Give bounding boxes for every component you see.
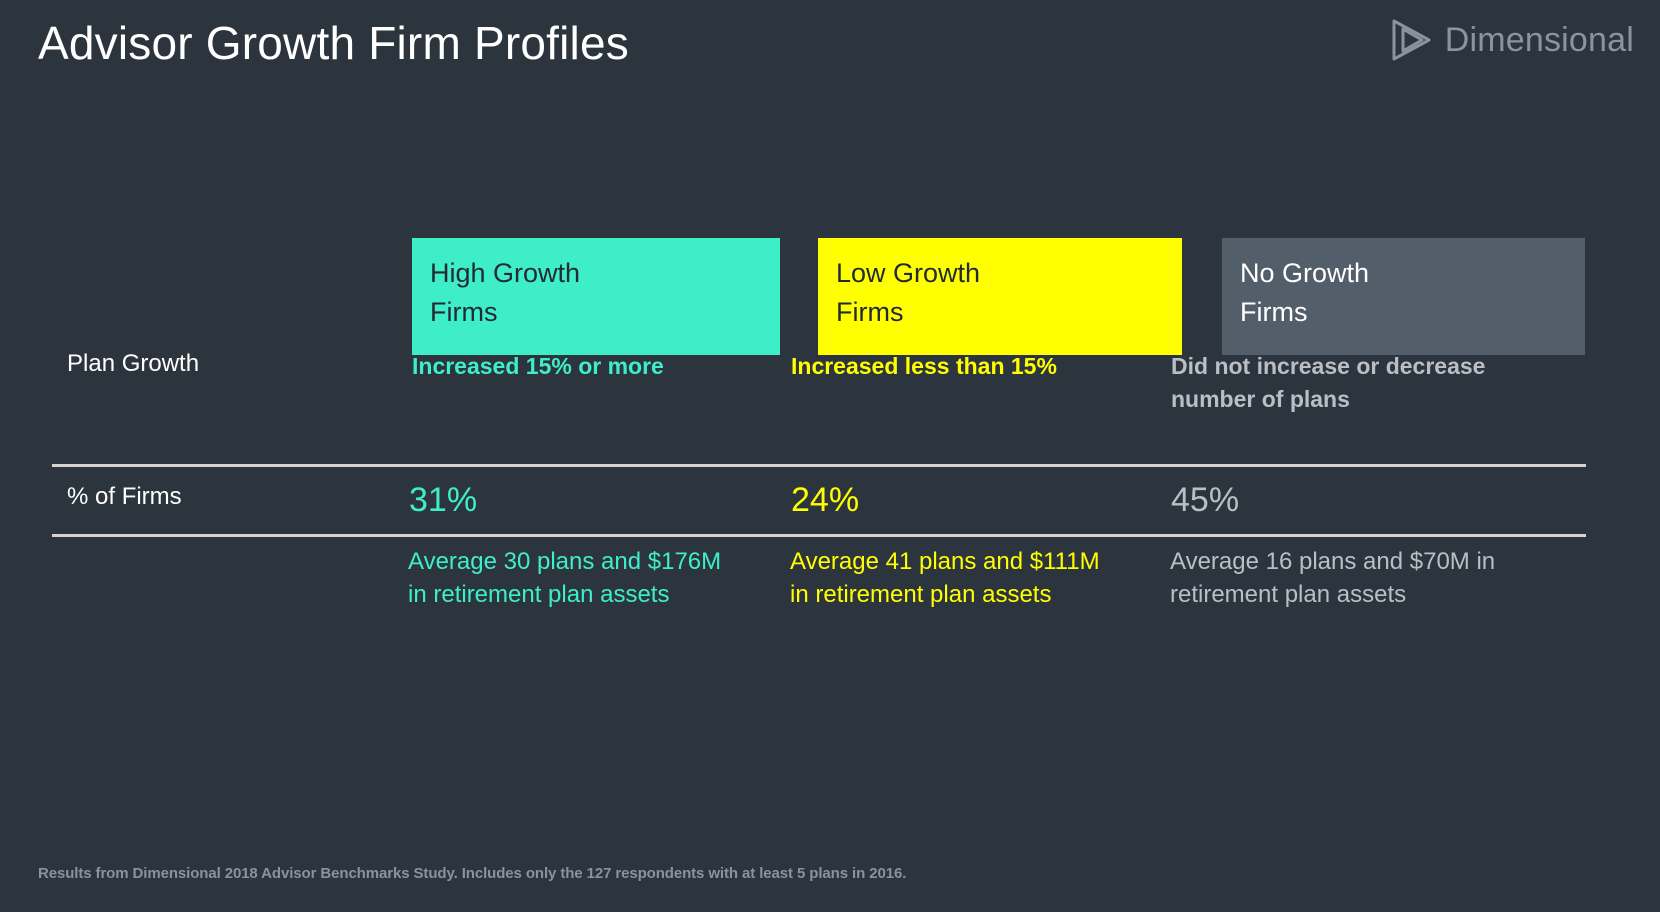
- divider-top: [52, 464, 1586, 467]
- row-label-plan-growth: Plan Growth: [67, 350, 200, 377]
- cell-detail-high: Average 30 plans and $176M in retirement…: [408, 548, 722, 608]
- cell-pct-high: 31%: [409, 481, 478, 519]
- column-header-line2: Firms: [836, 297, 904, 327]
- column-header-line2: Firms: [430, 297, 498, 327]
- cell-detail-low: Average 41 plans and $111M in retirement…: [790, 548, 1100, 608]
- footnote: Results from Dimensional 2018 Advisor Be…: [38, 865, 907, 882]
- column-header-line2: Firms: [1240, 297, 1308, 327]
- column-header-line1: No Growth: [1240, 258, 1370, 288]
- firm-profiles-table: High Growth Firms Low Growth Firms No Gr…: [0, 0, 1660, 912]
- column-header-low-growth: Low Growth Firms: [818, 238, 1182, 355]
- column-header-high-growth: High Growth Firms: [412, 238, 780, 355]
- divider-bottom: [52, 534, 1586, 537]
- cell-plan-growth-none: Did not increase or decrease number of p…: [1171, 353, 1486, 412]
- cell-plan-growth-low: Increased less than 15%: [791, 353, 1057, 379]
- column-header-line1: Low Growth: [836, 258, 981, 288]
- cell-pct-low: 24%: [791, 481, 860, 519]
- column-header-line1: High Growth: [430, 258, 581, 288]
- cell-pct-none: 45%: [1171, 481, 1240, 519]
- column-header-no-growth: No Growth Firms: [1222, 238, 1585, 355]
- cell-plan-growth-high: Increased 15% or more: [412, 353, 664, 379]
- row-label-pct-of-firms: % of Firms: [67, 483, 182, 510]
- cell-detail-none: Average 16 plans and $70M in retirement …: [1170, 548, 1496, 608]
